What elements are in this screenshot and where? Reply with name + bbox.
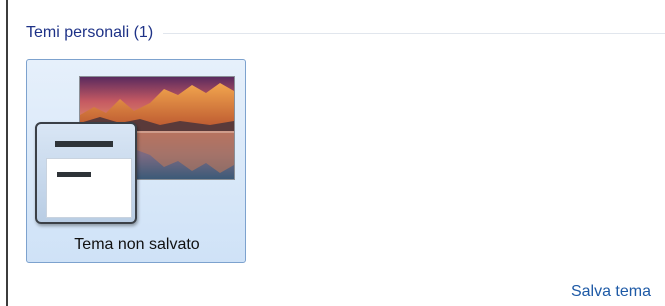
left-border	[6, 0, 8, 306]
group-header: Temi personali (1)	[26, 20, 665, 46]
theme-tile-unsaved[interactable]: Tema non salvato	[26, 59, 246, 263]
window-title-bar	[55, 141, 113, 147]
window-color-preview	[35, 122, 137, 224]
personalization-panel: Temi personali (1) Tema non salvato Salv…	[0, 0, 665, 306]
save-theme-link[interactable]: Salva tema	[571, 283, 651, 301]
theme-thumbnail	[27, 60, 247, 230]
window-content	[46, 158, 132, 218]
group-title: Temi personali (1)	[26, 24, 154, 41]
theme-label: Tema non salvato	[74, 236, 200, 253]
window-text-line	[57, 172, 91, 177]
group-divider	[163, 32, 665, 34]
